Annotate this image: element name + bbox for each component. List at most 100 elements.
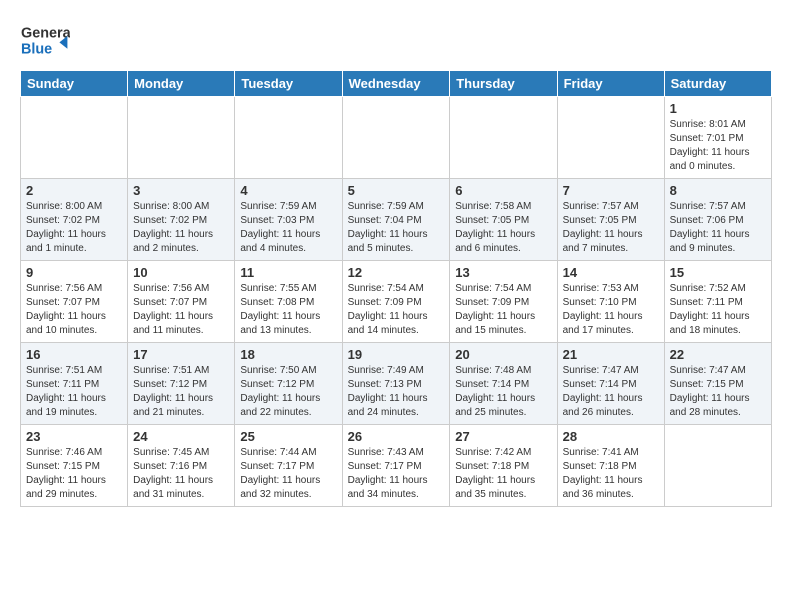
calendar-cell: 20Sunrise: 7:48 AM Sunset: 7:14 PM Dayli… bbox=[450, 343, 557, 425]
calendar-cell: 24Sunrise: 7:45 AM Sunset: 7:16 PM Dayli… bbox=[128, 425, 235, 507]
weekday-header: Tuesday bbox=[235, 71, 342, 97]
calendar-cell: 25 Sunrise: 7:44 AM Sunset: 7:17 PM Dayli… bbox=[235, 425, 342, 507]
day-number: 27 bbox=[455, 429, 551, 444]
day-info: Sunrise: 7:59 AM Sunset: 7:03 PM Dayligh… bbox=[240, 200, 336, 256]
day-info: Sunrise: 7:56 AM Sunset: 7:07 PM Dayligh… bbox=[26, 282, 122, 338]
day-info: Sunrise: 7:52 AM Sunset: 7:11 PM Dayligh… bbox=[670, 282, 766, 338]
calendar-cell: 2 Sunrise: 8:00 AM Sunset: 7:02 PM Daylig… bbox=[21, 179, 128, 261]
day-info: Sunrise: 7:50 AM Sunset: 7:12 PM Dayligh… bbox=[240, 364, 336, 420]
day-number: 10 bbox=[133, 265, 229, 280]
weekday-header-row: SundayMondayTuesdayWednesdayThursdayFrid… bbox=[21, 71, 772, 97]
calendar-cell: 18 Sunrise: 7:50 AM Sunset: 7:12 PM Dayli… bbox=[235, 343, 342, 425]
day-info: Sunrise: 7:57 AM Sunset: 7:05 PM Dayligh… bbox=[563, 200, 659, 256]
day-number: 15 bbox=[670, 265, 766, 280]
calendar-week-row: 2 Sunrise: 8:00 AM Sunset: 7:02 PM Daylig… bbox=[21, 179, 772, 261]
day-number: 4 bbox=[240, 183, 336, 198]
weekday-header: Monday bbox=[128, 71, 235, 97]
day-info: Sunrise: 7:47 AM Sunset: 7:14 PM Dayligh… bbox=[563, 364, 659, 420]
calendar-cell bbox=[128, 97, 235, 179]
weekday-header: Sunday bbox=[21, 71, 128, 97]
day-number: 14 bbox=[563, 265, 659, 280]
calendar-cell: 26 Sunrise: 7:43 AM Sunset: 7:17 PM Dayli… bbox=[342, 425, 450, 507]
calendar-cell: 12Sunrise: 7:54 AM Sunset: 7:09 PM Dayli… bbox=[342, 261, 450, 343]
svg-text:Blue: Blue bbox=[21, 42, 52, 58]
day-number: 8 bbox=[670, 183, 766, 198]
calendar-cell: 8 Sunrise: 7:57 AM Sunset: 7:06 PM Daylig… bbox=[664, 179, 771, 261]
day-info: Sunrise: 7:59 AM Sunset: 7:04 PM Dayligh… bbox=[348, 200, 445, 256]
calendar-cell: 4 Sunrise: 7:59 AM Sunset: 7:03 PM Daylig… bbox=[235, 179, 342, 261]
logo: General Blue bbox=[20, 20, 70, 60]
day-number: 25 bbox=[240, 429, 336, 444]
day-number: 18 bbox=[240, 347, 336, 362]
day-info: Sunrise: 7:51 AM Sunset: 7:12 PM Dayligh… bbox=[133, 364, 229, 420]
calendar-week-row: 1 Sunrise: 8:01 AM Sunset: 7:01 PM Daylig… bbox=[21, 97, 772, 179]
calendar-cell: 9 Sunrise: 7:56 AM Sunset: 7:07 PM Daylig… bbox=[21, 261, 128, 343]
day-info: Sunrise: 7:42 AM Sunset: 7:18 PM Dayligh… bbox=[455, 446, 551, 502]
calendar-week-row: 16 Sunrise: 7:51 AM Sunset: 7:11 PM Dayli… bbox=[21, 343, 772, 425]
calendar-cell bbox=[235, 97, 342, 179]
day-number: 12 bbox=[348, 265, 445, 280]
day-number: 5 bbox=[348, 183, 445, 198]
day-info: Sunrise: 7:43 AM Sunset: 7:17 PM Dayligh… bbox=[348, 446, 445, 502]
day-number: 21 bbox=[563, 347, 659, 362]
day-number: 13 bbox=[455, 265, 551, 280]
day-info: Sunrise: 8:00 AM Sunset: 7:02 PM Dayligh… bbox=[26, 200, 122, 256]
calendar-cell: 14Sunrise: 7:53 AM Sunset: 7:10 PM Dayli… bbox=[557, 261, 664, 343]
day-number: 7 bbox=[563, 183, 659, 198]
day-number: 16 bbox=[26, 347, 122, 362]
calendar-week-row: 9 Sunrise: 7:56 AM Sunset: 7:07 PM Daylig… bbox=[21, 261, 772, 343]
logo-icon: General Blue bbox=[20, 20, 70, 60]
calendar-cell: 10 Sunrise: 7:56 AM Sunset: 7:07 PM Dayli… bbox=[128, 261, 235, 343]
weekday-header: Saturday bbox=[664, 71, 771, 97]
calendar-cell: 5 Sunrise: 7:59 AM Sunset: 7:04 PM Daylig… bbox=[342, 179, 450, 261]
calendar-cell: 19 Sunrise: 7:49 AM Sunset: 7:13 PM Dayli… bbox=[342, 343, 450, 425]
calendar-cell: 6Sunrise: 7:58 AM Sunset: 7:05 PM Daylig… bbox=[450, 179, 557, 261]
day-number: 28 bbox=[563, 429, 659, 444]
calendar-cell: 23 Sunrise: 7:46 AM Sunset: 7:15 PM Dayli… bbox=[21, 425, 128, 507]
calendar-table: SundayMondayTuesdayWednesdayThursdayFrid… bbox=[20, 70, 772, 507]
calendar-cell: 22 Sunrise: 7:47 AM Sunset: 7:15 PM Dayli… bbox=[664, 343, 771, 425]
day-info: Sunrise: 7:56 AM Sunset: 7:07 PM Dayligh… bbox=[133, 282, 229, 338]
day-number: 23 bbox=[26, 429, 122, 444]
day-info: Sunrise: 7:51 AM Sunset: 7:11 PM Dayligh… bbox=[26, 364, 122, 420]
calendar-cell bbox=[557, 97, 664, 179]
weekday-header: Wednesday bbox=[342, 71, 450, 97]
day-number: 26 bbox=[348, 429, 445, 444]
day-info: Sunrise: 7:57 AM Sunset: 7:06 PM Dayligh… bbox=[670, 200, 766, 256]
calendar-cell: 21 Sunrise: 7:47 AM Sunset: 7:14 PM Dayli… bbox=[557, 343, 664, 425]
weekday-header: Friday bbox=[557, 71, 664, 97]
day-info: Sunrise: 7:49 AM Sunset: 7:13 PM Dayligh… bbox=[348, 364, 445, 420]
calendar-cell bbox=[450, 97, 557, 179]
calendar-cell: 3Sunrise: 8:00 AM Sunset: 7:02 PM Daylig… bbox=[128, 179, 235, 261]
day-number: 11 bbox=[240, 265, 336, 280]
day-number: 19 bbox=[348, 347, 445, 362]
day-info: Sunrise: 7:55 AM Sunset: 7:08 PM Dayligh… bbox=[240, 282, 336, 338]
day-info: Sunrise: 7:54 AM Sunset: 7:09 PM Dayligh… bbox=[455, 282, 551, 338]
calendar-cell bbox=[664, 425, 771, 507]
day-info: Sunrise: 7:46 AM Sunset: 7:15 PM Dayligh… bbox=[26, 446, 122, 502]
calendar-cell: 16 Sunrise: 7:51 AM Sunset: 7:11 PM Dayli… bbox=[21, 343, 128, 425]
calendar-cell: 27 Sunrise: 7:42 AM Sunset: 7:18 PM Dayli… bbox=[450, 425, 557, 507]
calendar-cell: 28 Sunrise: 7:41 AM Sunset: 7:18 PM Dayli… bbox=[557, 425, 664, 507]
day-number: 20 bbox=[455, 347, 551, 362]
day-info: Sunrise: 8:01 AM Sunset: 7:01 PM Dayligh… bbox=[670, 118, 766, 174]
calendar-cell: 17Sunrise: 7:51 AM Sunset: 7:12 PM Dayli… bbox=[128, 343, 235, 425]
day-info: Sunrise: 7:44 AM Sunset: 7:17 PM Dayligh… bbox=[240, 446, 336, 502]
calendar-cell bbox=[21, 97, 128, 179]
day-number: 1 bbox=[670, 101, 766, 116]
day-info: Sunrise: 7:41 AM Sunset: 7:18 PM Dayligh… bbox=[563, 446, 659, 502]
day-number: 3 bbox=[133, 183, 229, 198]
day-info: Sunrise: 7:58 AM Sunset: 7:05 PM Dayligh… bbox=[455, 200, 551, 256]
day-number: 9 bbox=[26, 265, 122, 280]
calendar-cell bbox=[342, 97, 450, 179]
page-header: General Blue bbox=[20, 20, 772, 60]
day-number: 24 bbox=[133, 429, 229, 444]
calendar-cell: 11 Sunrise: 7:55 AM Sunset: 7:08 PM Dayli… bbox=[235, 261, 342, 343]
calendar-cell: 15 Sunrise: 7:52 AM Sunset: 7:11 PM Dayli… bbox=[664, 261, 771, 343]
calendar-cell: 13 Sunrise: 7:54 AM Sunset: 7:09 PM Dayli… bbox=[450, 261, 557, 343]
day-info: Sunrise: 7:47 AM Sunset: 7:15 PM Dayligh… bbox=[670, 364, 766, 420]
calendar-cell: 1 Sunrise: 8:01 AM Sunset: 7:01 PM Daylig… bbox=[664, 97, 771, 179]
day-number: 2 bbox=[26, 183, 122, 198]
calendar-week-row: 23 Sunrise: 7:46 AM Sunset: 7:15 PM Dayli… bbox=[21, 425, 772, 507]
day-number: 22 bbox=[670, 347, 766, 362]
